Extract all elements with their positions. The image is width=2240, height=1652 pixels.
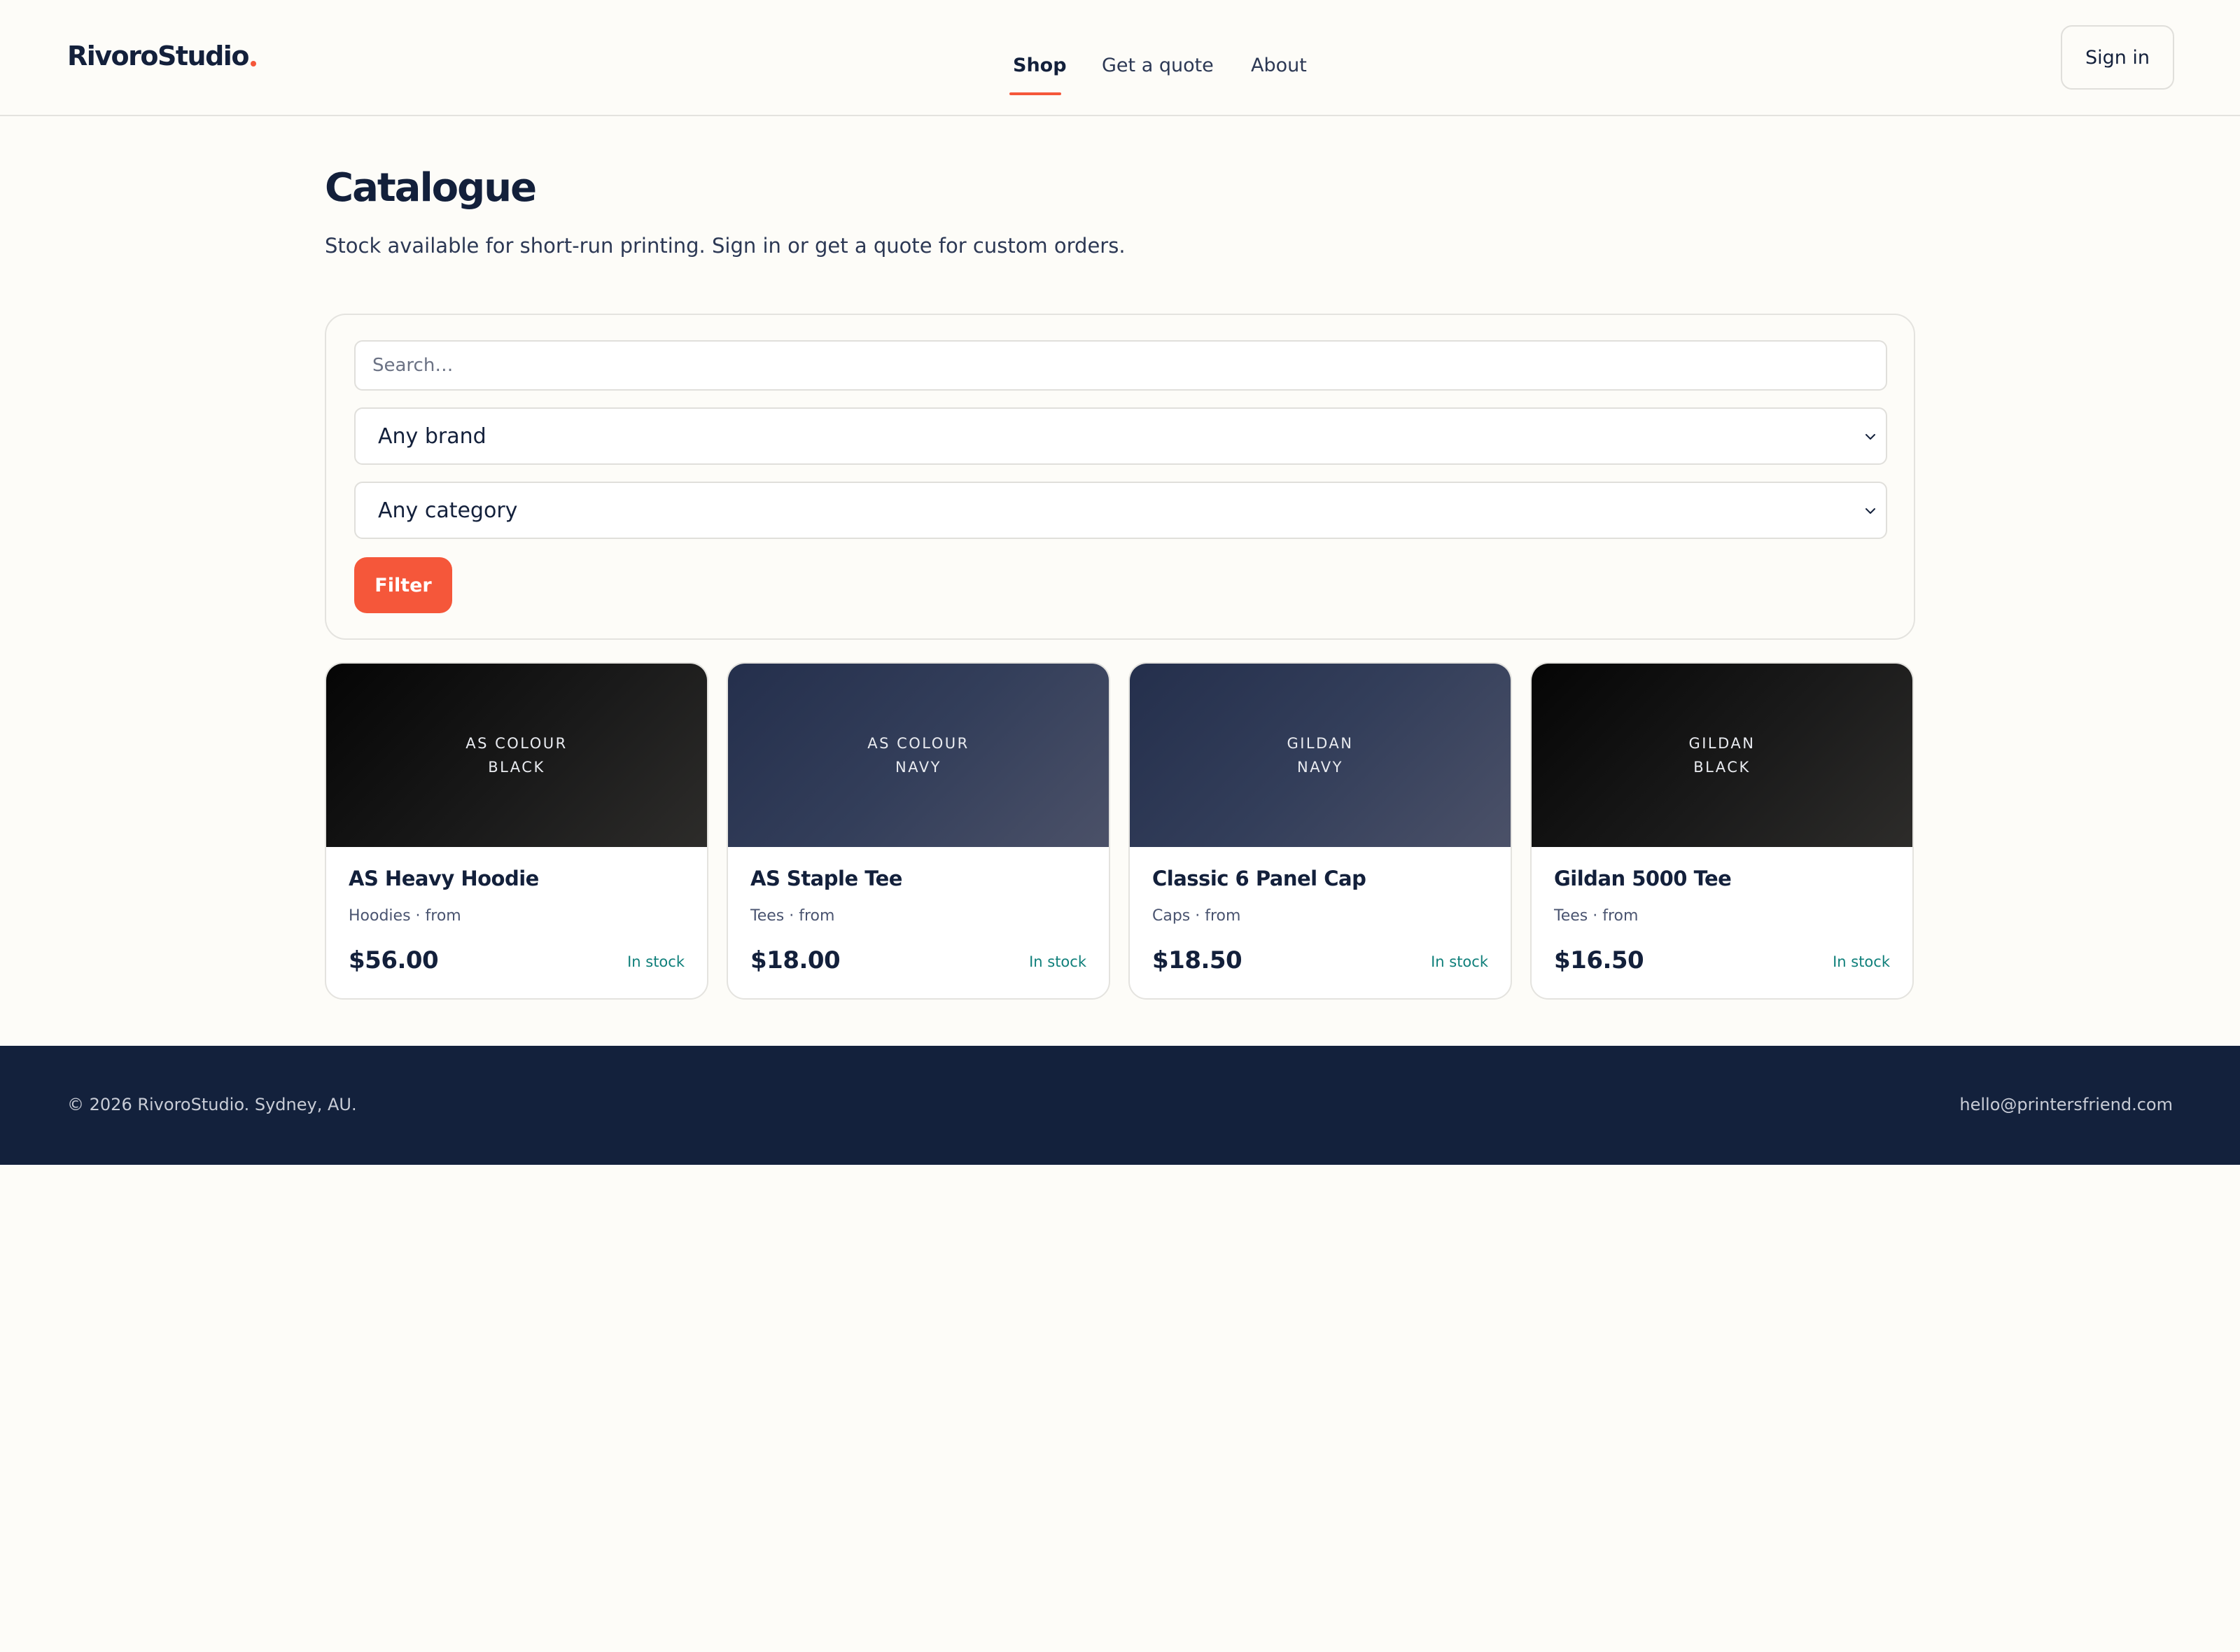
product-name[interactable]: Classic 6 Panel Cap <box>1152 867 1366 890</box>
swatch-brand: GILDAN <box>1688 735 1756 752</box>
product-card[interactable]: GILDAN BLACK Gildan 5000 Tee Tees · from… <box>1530 662 1914 1000</box>
brand-select-value: Any brand <box>378 424 486 449</box>
product-swatch-image: AS COLOUR NAVY <box>728 664 1109 847</box>
product-name[interactable]: AS Staple Tee <box>750 867 902 890</box>
chevron-down-icon <box>1865 434 1875 440</box>
search-input[interactable] <box>354 340 1887 391</box>
page-title: Catalogue <box>325 165 537 211</box>
nav-about[interactable]: About <box>1251 55 1307 76</box>
product-meta: Caps · from <box>1152 907 1241 925</box>
product-meta: Tees · from <box>1554 907 1639 925</box>
swatch-colour: NAVY <box>895 759 941 776</box>
nav-active-indicator <box>1009 92 1061 95</box>
category-select[interactable]: Any category <box>354 482 1887 539</box>
swatch-colour: BLACK <box>1693 759 1751 776</box>
swatch-brand: AS COLOUR <box>465 735 568 752</box>
filter-panel: Any brand Any category Filter <box>325 314 1915 640</box>
product-meta: Hoodies · from <box>349 907 461 925</box>
nav-get-a-quote[interactable]: Get a quote <box>1102 55 1214 76</box>
footer-copyright: © 2026 RivoroStudio. Sydney, AU. <box>67 1095 357 1114</box>
chevron-down-icon <box>1865 508 1875 514</box>
main-nav: Shop Get a quote About <box>0 55 2240 97</box>
product-price: $16.50 <box>1554 946 1644 974</box>
product-card[interactable]: GILDAN NAVY Classic 6 Panel Cap Caps · f… <box>1128 662 1512 1000</box>
swatch-caption: GILDAN BLACK <box>1688 732 1755 779</box>
stock-status: In stock <box>1431 953 1488 970</box>
stock-status: In stock <box>1833 953 1890 970</box>
swatch-brand: AS COLOUR <box>867 735 969 752</box>
product-meta: Tees · from <box>750 907 835 925</box>
product-price: $18.50 <box>1152 946 1242 974</box>
swatch-brand: GILDAN <box>1287 735 1354 752</box>
product-price: $56.00 <box>349 946 439 974</box>
stock-status: In stock <box>1029 953 1086 970</box>
product-card[interactable]: AS COLOUR BLACK AS Heavy Hoodie Hoodies … <box>325 662 708 1000</box>
product-swatch-image: GILDAN NAVY <box>1130 664 1511 847</box>
footer-email-link[interactable]: hello@printersfriend.com <box>1959 1095 2173 1114</box>
swatch-caption: AS COLOUR BLACK <box>465 732 568 779</box>
product-swatch-image: AS COLOUR BLACK <box>326 664 707 847</box>
product-name[interactable]: AS Heavy Hoodie <box>349 867 539 890</box>
swatch-caption: GILDAN NAVY <box>1287 732 1353 779</box>
brand-select[interactable]: Any brand <box>354 407 1887 465</box>
product-swatch-image: GILDAN BLACK <box>1532 664 1912 847</box>
product-card[interactable]: AS COLOUR NAVY AS Staple Tee Tees · from… <box>727 662 1110 1000</box>
site-footer: © 2026 RivoroStudio. Sydney, AU. hello@p… <box>0 1046 2240 1165</box>
sign-in-button[interactable]: Sign in <box>2061 25 2174 90</box>
product-name[interactable]: Gildan 5000 Tee <box>1554 867 1732 890</box>
swatch-caption: AS COLOUR NAVY <box>867 732 969 779</box>
site-header: RivoroStudio Shop Get a quote About Sign… <box>0 0 2240 116</box>
swatch-colour: NAVY <box>1297 759 1343 776</box>
filter-button[interactable]: Filter <box>354 557 452 613</box>
category-select-value: Any category <box>378 498 518 523</box>
nav-shop[interactable]: Shop <box>1013 55 1067 76</box>
stock-status: In stock <box>627 953 685 970</box>
page-subtitle: Stock available for short-run printing. … <box>325 234 1126 258</box>
product-price: $18.00 <box>750 946 841 974</box>
swatch-colour: BLACK <box>488 759 545 776</box>
